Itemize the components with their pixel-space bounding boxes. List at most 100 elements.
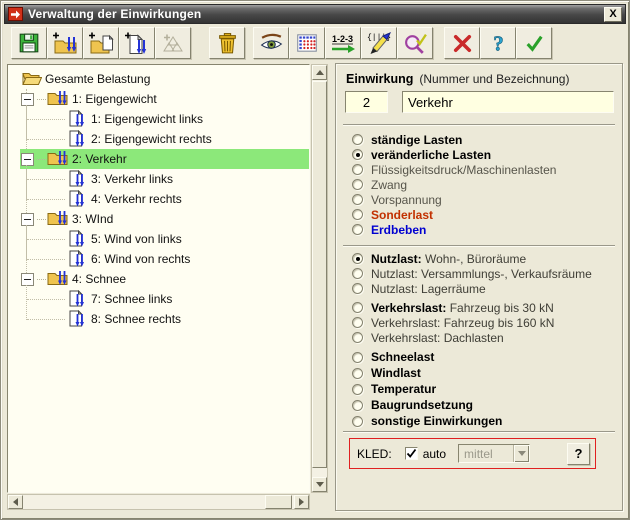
- tree-group-label: 4: Schnee: [69, 272, 130, 286]
- toolbar: 1-2-3 {|||}: [1, 27, 629, 61]
- radio-option-row[interactable]: Vorspannung: [352, 192, 616, 207]
- radio-button[interactable]: [352, 194, 363, 205]
- radio-option-row[interactable]: Nutzlast: Wohn-, Büroräume: [352, 251, 616, 266]
- kled-help-button[interactable]: ?: [567, 443, 590, 465]
- tree-leaf-row[interactable]: 7: Schnee links: [8, 289, 309, 309]
- kled-dropdown[interactable]: mittel: [458, 444, 530, 463]
- horizontal-scrollbar-thumb[interactable]: [265, 495, 292, 509]
- radio-option-row[interactable]: Verkehrslast: Dachlasten: [352, 330, 616, 345]
- radio-option-row[interactable]: veränderliche Lasten: [352, 147, 616, 162]
- scroll-down-button[interactable]: [312, 477, 327, 492]
- add-load-case-button[interactable]: [119, 27, 155, 59]
- load-case-icon: [68, 110, 88, 128]
- radio-option-row[interactable]: Verkehrslast: Fahrzeug bis 30 kN: [352, 300, 616, 315]
- save-button[interactable]: [11, 27, 47, 59]
- cancel-button[interactable]: [444, 27, 480, 59]
- tree: Gesamte Belastung 1: Eigengewicht: [8, 69, 309, 329]
- horizontal-scrollbar[interactable]: [7, 494, 310, 510]
- radio-button[interactable]: [352, 352, 363, 363]
- close-button[interactable]: X: [604, 7, 622, 22]
- scroll-left-button[interactable]: [8, 495, 23, 509]
- tree-leaf-row[interactable]: 6: Wind von rechts: [8, 249, 309, 269]
- scroll-right-button[interactable]: [294, 495, 309, 509]
- table-view-button[interactable]: [289, 27, 325, 59]
- action-number-field[interactable]: [345, 91, 388, 113]
- tree-group-row[interactable]: 4: Schnee: [20, 269, 309, 289]
- radio-button[interactable]: [352, 224, 363, 235]
- radio-button[interactable]: [352, 268, 363, 279]
- radio-label: Nutzlast: Lagerräume: [371, 282, 486, 296]
- radio-button[interactable]: [352, 134, 363, 145]
- tree-leaf-row[interactable]: 4: Verkehr rechts: [8, 189, 309, 209]
- tree-leaf-row[interactable]: 8: Schnee rechts: [8, 309, 309, 329]
- radio-button[interactable]: [352, 332, 363, 343]
- radio-button[interactable]: [352, 283, 363, 294]
- radio-button[interactable]: [352, 149, 363, 160]
- help-button[interactable]: ?: [480, 27, 516, 59]
- check-search-button[interactable]: [397, 27, 433, 59]
- radio-button[interactable]: [352, 384, 363, 395]
- radio-option-row[interactable]: ständige Lasten: [352, 132, 616, 147]
- radio-label: Nutzlast: Versammlungs-, Verkaufsräume: [371, 267, 592, 281]
- radio-label: sonstige Einwirkungen: [371, 414, 502, 428]
- radio-button[interactable]: [352, 400, 363, 411]
- radio-option-row[interactable]: Nutzlast: Versammlungs-, Verkaufsräume: [352, 266, 616, 281]
- load-case-icon: [68, 230, 88, 248]
- collapse-minus-icon[interactable]: [21, 213, 34, 226]
- tree-group-row[interactable]: 1: Eigengewicht: [20, 89, 309, 109]
- radio-option-row[interactable]: Erdbeben: [352, 222, 616, 237]
- tree-leaf-row[interactable]: 1: Eigengewicht links: [8, 109, 309, 129]
- add-action-group-button[interactable]: [47, 27, 83, 59]
- tree-group-row[interactable]: 2: Verkehr: [20, 149, 309, 169]
- radio-option-row[interactable]: Baugrundsetzung: [352, 397, 616, 413]
- delete-button[interactable]: [209, 27, 245, 59]
- arrow-down-icon: [316, 482, 324, 491]
- load-case-icon: [68, 310, 88, 328]
- radio-option-row[interactable]: Temperatur: [352, 381, 616, 397]
- radio-option-row[interactable]: Nutzlast: Lagerräume: [352, 281, 616, 296]
- collapse-minus-icon[interactable]: [21, 93, 34, 106]
- tree-root-row[interactable]: Gesamte Belastung: [8, 69, 309, 89]
- radio-option-row[interactable]: Sonderlast: [352, 207, 616, 222]
- radio-button[interactable]: [352, 317, 363, 328]
- tree-group-row[interactable]: 3: WInd: [20, 209, 309, 229]
- radio-option-row[interactable]: Schneelast: [352, 349, 616, 365]
- radio-button[interactable]: [352, 253, 363, 264]
- radio-button[interactable]: [352, 179, 363, 190]
- radio-option-row[interactable]: Verkehrslast: Fahrzeug bis 160 kN: [352, 315, 616, 330]
- arrow-right-icon: [299, 498, 308, 506]
- radio-option-row[interactable]: Windlast: [352, 365, 616, 381]
- action-name-field[interactable]: [402, 91, 614, 113]
- radio-button[interactable]: [352, 164, 363, 175]
- tree-children: 5: Wind von links 6: Wind von rechts: [8, 229, 309, 269]
- radio-option-row[interactable]: Flüssigkeitsdruck/Maschinenlasten: [352, 162, 616, 177]
- renumber-button[interactable]: 1-2-3: [325, 27, 361, 59]
- scroll-up-button[interactable]: [312, 65, 327, 80]
- auto-checkbox[interactable]: [405, 447, 418, 460]
- tree-leaf-row[interactable]: 3: Verkehr links: [8, 169, 309, 189]
- radio-option-row[interactable]: sonstige Einwirkungen: [352, 413, 616, 429]
- radio-button[interactable]: [352, 368, 363, 379]
- window-title: Verwaltung der Einwirkungen: [28, 7, 201, 21]
- load-tree-panel: Gesamte Belastung 1: Eigengewicht: [7, 64, 310, 493]
- floppy-disk-icon: [18, 32, 40, 54]
- tree-leaf-row[interactable]: 2: Eigengewicht rechts: [8, 129, 309, 149]
- tree-leaf-row[interactable]: 5: Wind von links: [8, 229, 309, 249]
- add-folder-button[interactable]: [83, 27, 119, 59]
- vertical-scrollbar-thumb[interactable]: [312, 81, 327, 468]
- view-button[interactable]: [253, 27, 289, 59]
- title-bar[interactable]: Verwaltung der Einwirkungen X: [4, 4, 626, 24]
- radio-button[interactable]: [352, 302, 363, 313]
- collapse-minus-icon[interactable]: [21, 153, 34, 166]
- dropdown-arrow-button[interactable]: [513, 445, 529, 462]
- kled-box: KLED: auto mittel ?: [349, 438, 596, 469]
- edit-properties-button[interactable]: {|||}: [361, 27, 397, 59]
- magnifier-check-icon: [403, 32, 428, 55]
- ok-button[interactable]: [516, 27, 552, 59]
- radio-button[interactable]: [352, 209, 363, 220]
- vertical-scrollbar[interactable]: [311, 64, 328, 493]
- radio-button[interactable]: [352, 416, 363, 427]
- collapse-minus-icon[interactable]: [21, 273, 34, 286]
- radio-option-row[interactable]: Zwang: [352, 177, 616, 192]
- load-case-icon: [68, 250, 88, 268]
